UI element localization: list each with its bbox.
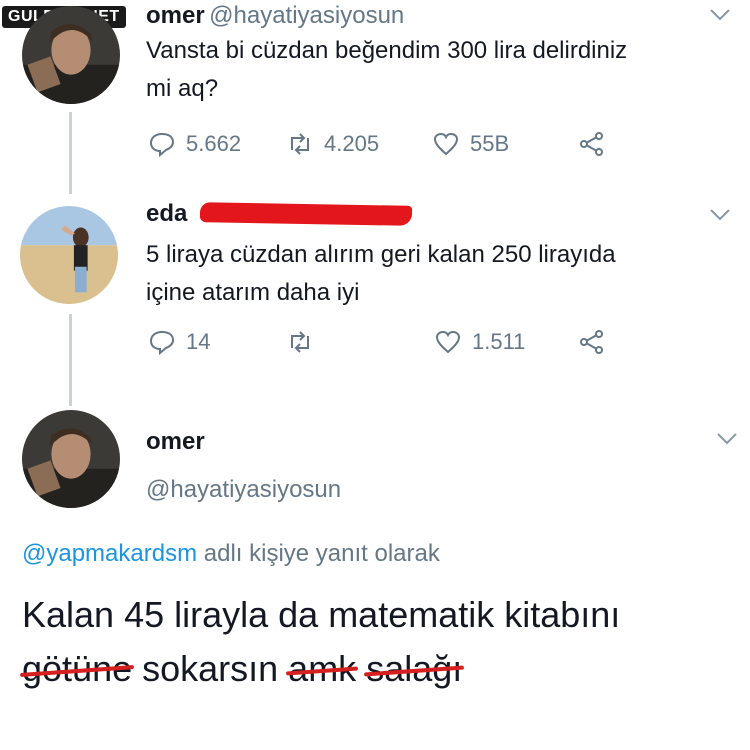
reply-button[interactable]: 14 <box>148 328 210 356</box>
tweet-text: Vansta bi cüzdan beğendim 300 lira delir… <box>146 37 628 102</box>
reply-count: 14 <box>186 329 211 354</box>
retweet-icon <box>291 331 309 353</box>
thread-line <box>69 112 72 194</box>
like-button[interactable]: 1.511 <box>434 328 525 356</box>
avatar[interactable] <box>22 6 120 104</box>
reply-count: 5.662 <box>186 131 242 156</box>
reply-button[interactable]: 5.662 <box>148 130 241 158</box>
username[interactable]: @hayatiyasiyosun <box>209 2 404 29</box>
censored-word: götüne <box>22 642 132 696</box>
avatar[interactable] <box>22 410 120 508</box>
retweet-count: 4.205 <box>324 131 380 156</box>
share-button[interactable] <box>578 328 606 356</box>
tweet-header: eda <box>146 200 187 228</box>
censored-word: salağı <box>366 642 462 696</box>
chevron-down-icon[interactable] <box>709 208 731 222</box>
like-icon <box>435 330 461 354</box>
screenshot: GULDUM.NET omer @hayatiyasiyosun Vansta … <box>0 0 750 750</box>
tweet-text: 5 liraya cüzdan alırım geri kalan 250 li… <box>146 241 616 306</box>
share-icon <box>580 132 603 156</box>
share-icon <box>580 330 603 354</box>
avatar[interactable] <box>20 206 118 304</box>
censored-word: amk <box>288 642 356 696</box>
retweet-button[interactable] <box>286 328 324 356</box>
reply-context: @yapmakardsm adlı kişiye yanıt olarak <box>22 540 440 567</box>
tweet-header: omer @hayatiyasiyosun <box>146 428 341 504</box>
mention-link[interactable]: @yapmakardsm <box>22 540 197 567</box>
like-count: 1.511 <box>472 329 526 354</box>
thread-line <box>69 314 72 406</box>
reply-icon <box>149 330 175 356</box>
retweet-icon <box>291 133 309 155</box>
retweet-button[interactable]: 4.205 <box>286 130 379 158</box>
display-name[interactable]: eda <box>146 200 187 227</box>
reply-icon <box>149 132 175 158</box>
chevron-down-icon[interactable] <box>709 8 731 22</box>
display-name[interactable]: omer <box>146 2 205 29</box>
like-icon <box>433 132 459 156</box>
like-button[interactable]: 55B <box>432 130 509 158</box>
username[interactable]: @hayatiyasiyosun <box>146 476 341 504</box>
tweet-header: omer @hayatiyasiyosun <box>146 2 404 30</box>
share-button[interactable] <box>578 130 606 158</box>
tweet-text: Kalan 45 lirayla da matematik kitabını g… <box>22 588 742 696</box>
chevron-down-icon[interactable] <box>716 432 738 446</box>
redaction-mark <box>199 202 413 226</box>
display-name[interactable]: omer <box>146 428 341 456</box>
like-count: 55B <box>470 131 510 156</box>
